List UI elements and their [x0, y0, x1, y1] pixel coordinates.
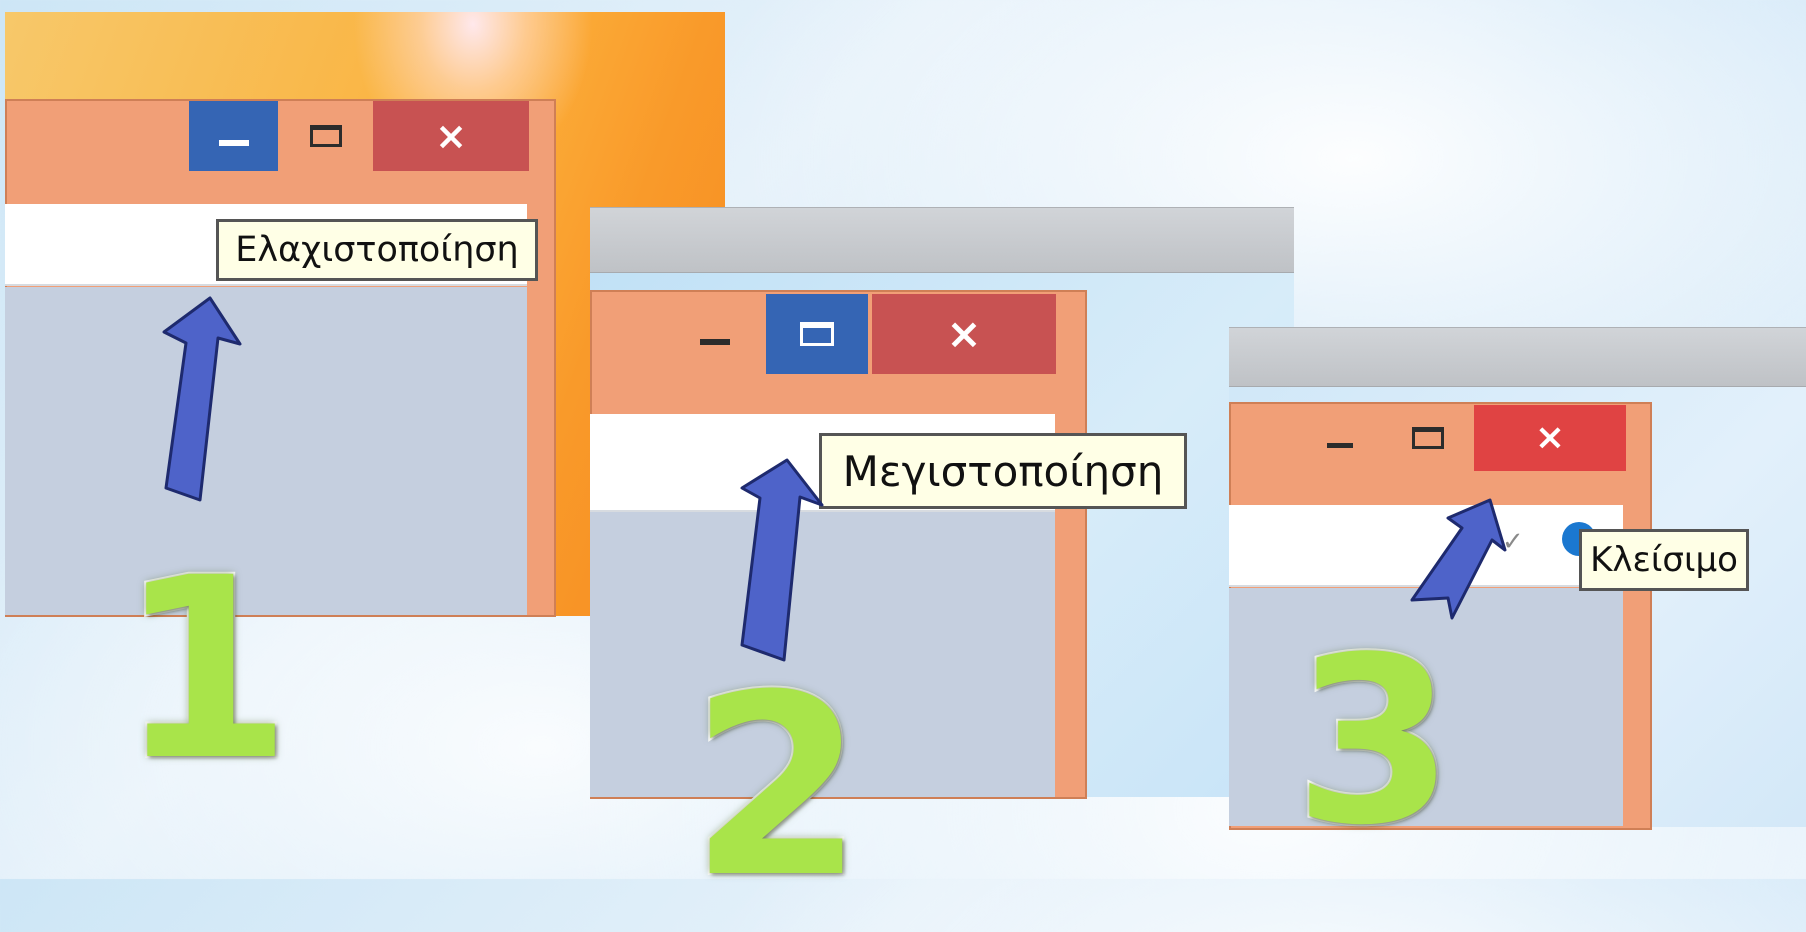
step-number-1: 1 [116, 524, 294, 815]
close-button-2[interactable]: × [872, 294, 1056, 374]
step-number-3: 3 [1292, 609, 1456, 876]
close-button[interactable]: × [373, 101, 529, 171]
minimize-icon [1327, 442, 1353, 448]
tooltip-close: Κλείσιμο [1579, 529, 1749, 591]
maximize-icon [1412, 427, 1444, 449]
tooltip-close-text: Κλείσιμο [1590, 540, 1738, 580]
tooltip-minimize-text: Ελαχιστοποίηση [235, 230, 519, 270]
maximize-button-3[interactable] [1382, 405, 1474, 471]
minimize-icon [700, 339, 730, 345]
close-icon: × [435, 114, 467, 158]
maximize-icon [310, 125, 342, 147]
checkmark-icon: ✓ [1502, 527, 1524, 557]
taskbar-strip-3 [1229, 327, 1806, 387]
minimize-button-3[interactable] [1300, 405, 1380, 471]
close-icon: × [946, 309, 982, 358]
maximize-button-2[interactable] [766, 294, 868, 374]
minimize-button-2[interactable] [665, 294, 765, 374]
close-icon: × [1534, 417, 1566, 458]
minimize-button[interactable] [189, 101, 278, 171]
close-button-3[interactable]: × [1474, 405, 1626, 471]
taskbar-strip-2 [590, 207, 1294, 273]
maximize-icon [800, 322, 834, 346]
tooltip-minimize: Ελαχιστοποίηση [216, 219, 538, 281]
minimize-icon [218, 140, 249, 146]
step-number-2: 2 [688, 641, 866, 932]
tooltip-maximize-text: Μεγιστοποίηση [842, 446, 1164, 496]
tooltip-maximize: Μεγιστοποίηση [819, 433, 1187, 509]
maximize-button[interactable] [280, 101, 372, 171]
